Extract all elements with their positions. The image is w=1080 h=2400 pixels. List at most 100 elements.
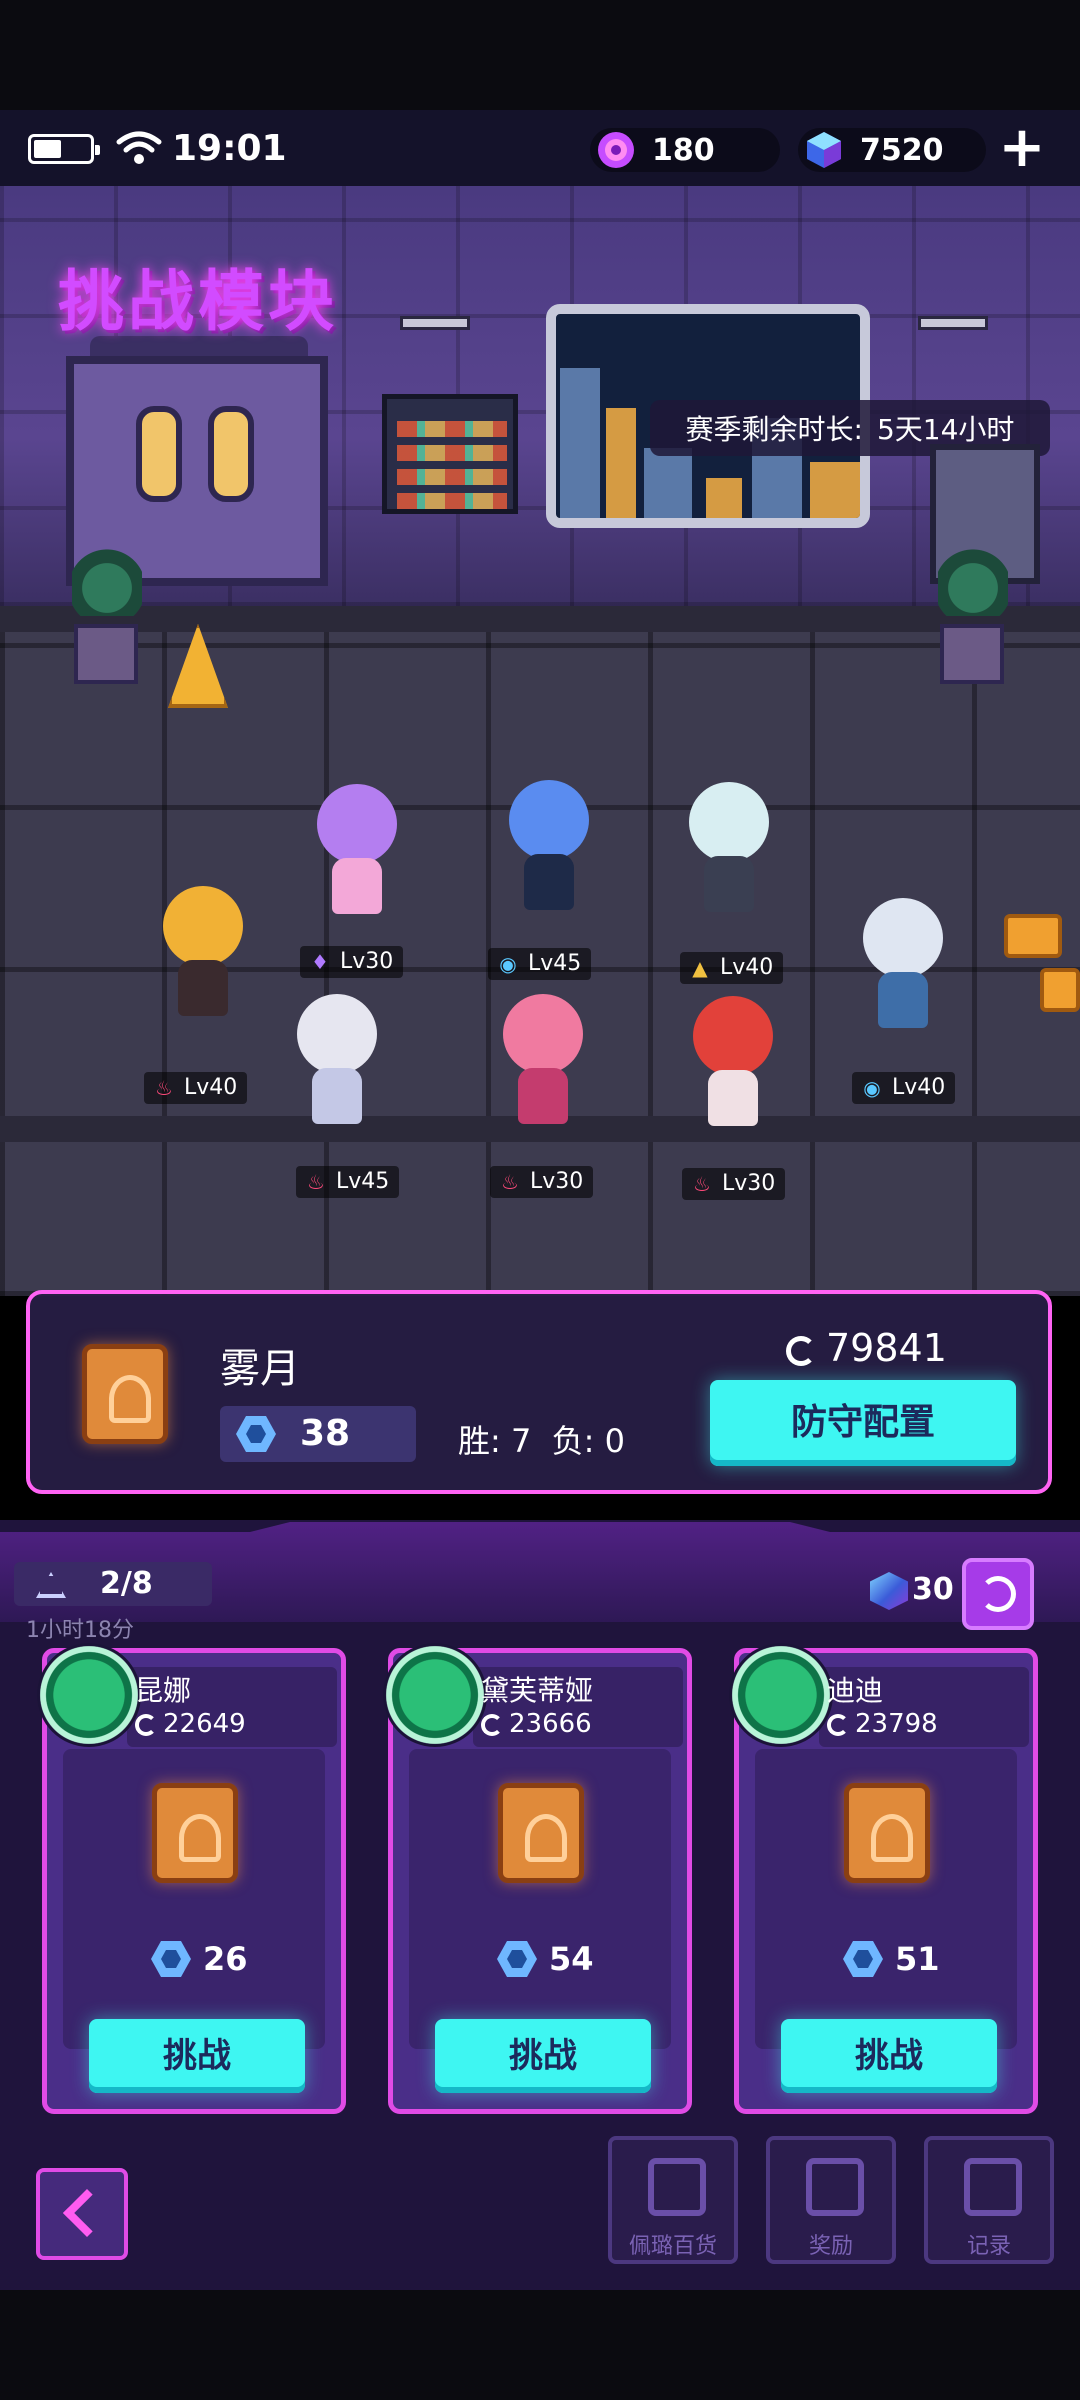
challenge-button[interactable]: 挑战 bbox=[89, 2019, 305, 2093]
opponent-avatar bbox=[37, 1643, 141, 1747]
video-record-icon bbox=[964, 2158, 1022, 2216]
attempts-counter: 2/8 bbox=[14, 1562, 212, 1606]
character-level-tag: ♨ Lv45 bbox=[296, 1166, 400, 1198]
team-character[interactable] bbox=[668, 996, 798, 1146]
game-status-bar: 19:01 180 7520 + bbox=[0, 110, 1080, 186]
gem-icon bbox=[598, 132, 634, 168]
gems-counter[interactable]: 180 bbox=[590, 128, 780, 172]
opponent-card: 迪迪 23798 51 挑战 bbox=[729, 1643, 1038, 2114]
opponent-rank: 54 bbox=[497, 1939, 594, 1979]
element-icon: ◉ bbox=[499, 952, 517, 976]
gift-icon bbox=[806, 2158, 864, 2216]
wifi-icon bbox=[116, 131, 162, 164]
challenge-button[interactable]: 挑战 bbox=[781, 2019, 997, 2093]
rank-hex-icon bbox=[497, 1941, 537, 1977]
character-level-tag: ◉ Lv45 bbox=[488, 948, 592, 980]
clock-time: 19:01 bbox=[172, 128, 287, 169]
mail-envelope-icon[interactable] bbox=[1004, 914, 1062, 958]
rank-chip-icon bbox=[82, 1344, 168, 1444]
character-level-tag: ♨ Lv30 bbox=[490, 1166, 594, 1198]
player-power: 79841 bbox=[786, 1326, 947, 1370]
player-name: 雾月 bbox=[220, 1346, 300, 1392]
triangle-icon bbox=[36, 1572, 66, 1598]
player-info-card: 雾月 38 胜: 7 负: 0 79841 防守配置 bbox=[26, 1290, 1052, 1494]
wall-lamp bbox=[918, 316, 988, 330]
potted-plant bbox=[68, 546, 144, 686]
team-character[interactable] bbox=[292, 784, 422, 934]
back-button[interactable] bbox=[36, 2168, 128, 2260]
device-top-bezel bbox=[0, 0, 1080, 110]
team-character[interactable] bbox=[272, 994, 402, 1144]
potted-plant bbox=[934, 546, 1010, 686]
mail-envelope-icon[interactable] bbox=[1040, 968, 1080, 1012]
opponent-power: 23666 bbox=[481, 1709, 592, 1739]
floor-edge bbox=[0, 606, 1080, 632]
wall-lamp bbox=[400, 316, 470, 330]
character-level-tag: ◉ Lv40 bbox=[852, 1072, 956, 1104]
opponent-name: 迪迪 bbox=[827, 1674, 884, 1707]
opponent-power: 22649 bbox=[135, 1709, 246, 1739]
opponent-avatar bbox=[729, 1643, 833, 1747]
team-character[interactable] bbox=[138, 886, 268, 1036]
element-icon: ▲ bbox=[692, 956, 708, 980]
opponent-name: 昆娜 bbox=[135, 1674, 192, 1707]
shop-m-icon bbox=[648, 2158, 706, 2216]
rank-chip-icon bbox=[498, 1783, 584, 1883]
refresh-opponents-button[interactable] bbox=[962, 1558, 1034, 1630]
opponent-name: 黛芙蒂娅 bbox=[481, 1674, 594, 1707]
element-icon: ♨ bbox=[501, 1170, 519, 1194]
crystals-value: 7520 bbox=[860, 132, 944, 168]
opponent-avatar bbox=[383, 1643, 487, 1747]
lobby-scene: 挑战模块 赛季剩余时长: 5天14小时 ♦Lv30 ◉Lv45 ▲Lv40 bbox=[0, 186, 1080, 1296]
crystal-cube-icon bbox=[807, 132, 841, 168]
refresh-icon bbox=[980, 1576, 1016, 1612]
rank-hex-icon bbox=[843, 1941, 883, 1977]
opponent-power: 23798 bbox=[827, 1709, 938, 1739]
power-icon bbox=[827, 1713, 849, 1736]
opponent-card: 黛芙蒂娅 23666 54 挑战 bbox=[383, 1643, 692, 2114]
refresh-cost: 30 bbox=[870, 1572, 954, 1610]
challenge-module-banner: 挑战模块 bbox=[58, 263, 338, 340]
team-character[interactable] bbox=[478, 994, 608, 1144]
record-label: 记录 bbox=[966, 2234, 1011, 2259]
defense-config-button[interactable]: 防守配置 bbox=[710, 1380, 1016, 1466]
element-icon: ♨ bbox=[693, 1172, 711, 1196]
rank-hex-icon bbox=[236, 1416, 276, 1452]
menu-board bbox=[382, 394, 518, 514]
record-button[interactable]: 记录 bbox=[924, 2136, 1054, 2264]
rank-hex-icon bbox=[151, 1941, 191, 1977]
reward-button[interactable]: 奖励 bbox=[766, 2136, 896, 2264]
win-loss-record: 胜: 7 负: 0 bbox=[458, 1422, 625, 1460]
reward-label: 奖励 bbox=[808, 2234, 853, 2259]
season-label: 赛季剩余时长: bbox=[685, 413, 863, 446]
player-rank: 38 bbox=[220, 1406, 416, 1462]
attempts-timer: 1小时18分 bbox=[26, 1618, 134, 1643]
element-icon: ♨ bbox=[307, 1170, 325, 1194]
character-level-tag: ♦ Lv30 bbox=[300, 946, 404, 978]
shop-button[interactable]: 佩璐百货 bbox=[608, 2136, 738, 2264]
challenge-button[interactable]: 挑战 bbox=[435, 2019, 651, 2093]
team-character[interactable] bbox=[484, 780, 614, 930]
element-icon: ♨ bbox=[155, 1076, 173, 1100]
device-bottom-bezel bbox=[0, 2290, 1080, 2400]
element-icon: ◉ bbox=[863, 1076, 881, 1100]
team-character[interactable] bbox=[664, 782, 794, 932]
character-level-tag: ♨ Lv40 bbox=[144, 1072, 248, 1104]
rank-chip-icon bbox=[152, 1783, 238, 1883]
crystals-counter[interactable]: 7520 bbox=[798, 128, 986, 172]
add-currency-button[interactable]: + bbox=[996, 120, 1048, 176]
shop-label: 佩璐百货 bbox=[628, 2234, 717, 2259]
team-character[interactable] bbox=[838, 898, 968, 1048]
chevron-left-icon bbox=[62, 2188, 112, 2238]
opponent-rank: 26 bbox=[151, 1939, 248, 1979]
gems-value: 180 bbox=[652, 132, 715, 168]
power-icon bbox=[786, 1335, 816, 1366]
season-value: 5天14小时 bbox=[876, 413, 1015, 446]
character-level-tag: ▲ Lv40 bbox=[680, 952, 784, 984]
battery-icon bbox=[28, 134, 100, 164]
opponent-rank: 51 bbox=[843, 1939, 940, 1979]
element-icon: ♦ bbox=[311, 950, 329, 974]
opponent-card: 昆娜 22649 26 挑战 bbox=[37, 1643, 346, 2114]
power-icon bbox=[135, 1713, 157, 1736]
character-level-tag: ♨ Lv30 bbox=[682, 1168, 786, 1200]
